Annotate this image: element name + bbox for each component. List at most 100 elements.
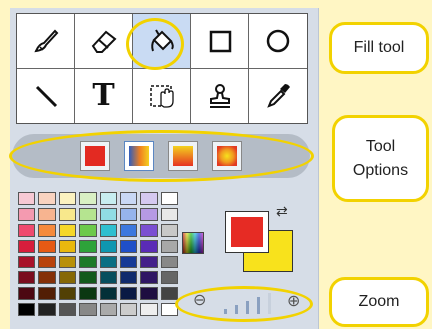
palette-swatch[interactable] <box>119 207 138 221</box>
palette-swatch[interactable] <box>18 271 36 285</box>
palette-swatch[interactable] <box>79 207 97 221</box>
rectangle-tool[interactable] <box>191 14 249 69</box>
palette-swatch[interactable] <box>18 255 36 269</box>
eyedropper-icon <box>267 83 290 108</box>
zoom-slider[interactable] <box>222 292 278 314</box>
zoom-level-bar[interactable] <box>224 309 227 314</box>
palette-swatch[interactable] <box>99 192 117 205</box>
palette-swatch[interactable] <box>79 303 97 316</box>
palette-swatch[interactable] <box>99 239 117 253</box>
palette-swatch[interactable] <box>58 271 77 285</box>
text-tool[interactable]: T <box>75 68 133 123</box>
palette-swatch[interactable] <box>38 271 56 285</box>
palette-swatch[interactable] <box>38 303 56 316</box>
stamp-tool[interactable] <box>191 68 249 123</box>
callout-fill-tool: Fill tool <box>329 22 429 74</box>
palette-swatch[interactable] <box>38 287 56 301</box>
palette-swatch[interactable] <box>79 287 97 301</box>
zoom-in-icon[interactable]: ⊕ <box>287 291 300 311</box>
palette-swatch[interactable] <box>99 303 117 316</box>
palette-swatch[interactable] <box>18 239 36 253</box>
palette-swatch[interactable] <box>79 223 97 237</box>
palette-swatch[interactable] <box>160 207 178 221</box>
eyedropper-tool[interactable] <box>249 68 307 123</box>
palette-swatch[interactable] <box>119 255 138 269</box>
palette-swatch[interactable] <box>119 192 138 205</box>
palette-swatch[interactable] <box>99 207 117 221</box>
palette-swatch[interactable] <box>140 255 158 269</box>
zoom-level-bar[interactable] <box>235 305 238 314</box>
palette-swatch[interactable] <box>18 303 36 316</box>
palette-swatch[interactable] <box>140 303 158 316</box>
fill-radial-gradient-option[interactable] <box>212 141 242 171</box>
callout-zoom: Zoom <box>329 277 429 327</box>
foreground-color-swatch[interactable] <box>225 211 269 253</box>
palette-swatch[interactable] <box>160 239 178 253</box>
palette-swatch[interactable] <box>140 271 158 285</box>
palette-swatch[interactable] <box>160 223 178 237</box>
palette-swatch[interactable] <box>140 207 158 221</box>
fill-tool[interactable] <box>133 14 191 69</box>
palette-swatch[interactable] <box>119 303 138 316</box>
palette-swatch[interactable] <box>99 287 117 301</box>
paint-bucket-icon <box>150 29 174 52</box>
eraser-tool[interactable] <box>75 14 133 69</box>
palette-swatch[interactable] <box>18 207 36 221</box>
zoom-level-bar[interactable] <box>246 301 249 314</box>
palette-swatch[interactable] <box>79 239 97 253</box>
palette-swatch[interactable] <box>99 255 117 269</box>
line-tool[interactable] <box>17 68 75 123</box>
fill-solid-option[interactable] <box>80 141 110 171</box>
palette-swatch[interactable] <box>99 271 117 285</box>
palette-swatch[interactable] <box>140 192 158 205</box>
ellipse-tool[interactable] <box>249 14 307 69</box>
callout-tool-options-line1: Tool <box>365 138 396 156</box>
palette-swatch[interactable] <box>38 223 56 237</box>
palette-swatch[interactable] <box>18 192 36 205</box>
palette-swatch[interactable] <box>58 223 77 237</box>
palette-swatch[interactable] <box>79 255 97 269</box>
brush-tool[interactable] <box>17 14 75 69</box>
line-icon <box>35 85 57 107</box>
palette-swatch[interactable] <box>160 192 178 205</box>
palette-swatch[interactable] <box>140 239 158 253</box>
palette-swatch[interactable] <box>119 287 138 301</box>
palette-swatch[interactable] <box>18 223 36 237</box>
palette-swatch[interactable] <box>58 207 77 221</box>
swap-colors-icon[interactable]: ⇄ <box>276 204 288 218</box>
palette-swatch[interactable] <box>58 255 77 269</box>
palette-swatch[interactable] <box>160 255 178 269</box>
color-spectrum-button[interactable] <box>182 232 204 254</box>
palette-swatch[interactable] <box>99 223 117 237</box>
fill-vertical-gradient-option[interactable] <box>168 141 198 171</box>
callout-tool-options: Tool Options <box>332 115 429 202</box>
palette-swatch[interactable] <box>58 303 77 316</box>
palette-swatch[interactable] <box>79 271 97 285</box>
stamp-icon <box>209 83 230 108</box>
palette-swatch[interactable] <box>38 207 56 221</box>
palette-swatch[interactable] <box>119 223 138 237</box>
palette-swatch[interactable] <box>38 255 56 269</box>
palette-swatch[interactable] <box>119 271 138 285</box>
fill-linear-gradient-option[interactable] <box>124 141 154 171</box>
callout-tool-options-line2: Options <box>352 161 409 179</box>
zoom-level-bar[interactable] <box>257 297 260 314</box>
palette-swatch[interactable] <box>160 287 178 301</box>
palette-swatch[interactable] <box>38 192 56 205</box>
selection-tool[interactable] <box>133 68 191 123</box>
palette-swatch[interactable] <box>140 287 158 301</box>
palette-swatch[interactable] <box>140 223 158 237</box>
palette-swatch[interactable] <box>58 192 77 205</box>
palette-swatch[interactable] <box>160 303 178 316</box>
palette-swatch[interactable] <box>38 239 56 253</box>
palette-swatch[interactable] <box>119 239 138 253</box>
radial-gradient-icon <box>217 146 237 166</box>
palette-swatch[interactable] <box>18 287 36 301</box>
palette-swatch[interactable] <box>58 287 77 301</box>
zoom-level-bar[interactable] <box>268 293 271 314</box>
palette-swatch[interactable] <box>58 239 77 253</box>
palette-swatch[interactable] <box>79 192 97 205</box>
palette-swatch[interactable] <box>160 271 178 285</box>
brush-icon <box>33 29 58 52</box>
zoom-out-icon[interactable]: ⊖ <box>193 290 206 310</box>
